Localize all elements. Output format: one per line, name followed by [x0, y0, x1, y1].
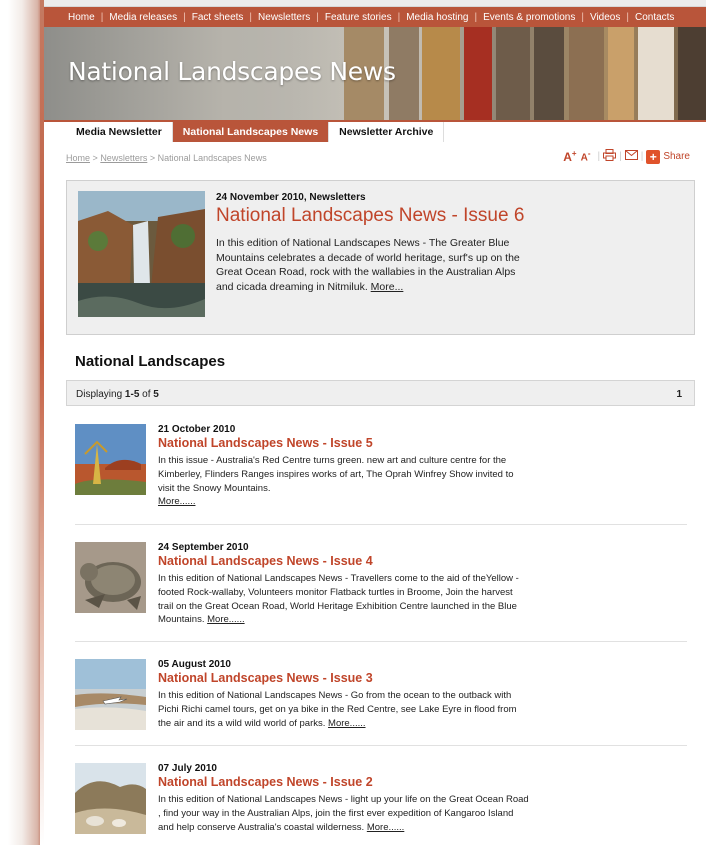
left-decorative-gradient	[0, 0, 44, 845]
item-date: 24 September 2010	[158, 542, 249, 553]
email-icon[interactable]	[624, 150, 638, 163]
item-more-link[interactable]: More......	[367, 822, 404, 833]
item-title[interactable]: National Landscapes News - Issue 5	[158, 436, 373, 450]
top-navigation: Home | Media releases | Fact sheets | Newsl…	[44, 7, 706, 27]
breadcrumb-home[interactable]: Home	[66, 153, 90, 163]
banner-wood-plank	[638, 27, 674, 120]
item-date: 21 October 2010	[158, 424, 236, 435]
featured-issue: 24 November 2010, Newsletters National L…	[66, 180, 695, 335]
breadcrumb-row: Home > Newsletters > National Landscapes…	[44, 142, 706, 170]
lake-eyre-image[interactable]	[75, 659, 146, 730]
featured-title[interactable]: National Landscapes News - Issue 6	[216, 205, 524, 227]
page: Home | Media releases | Fact sheets | Newsl…	[44, 7, 706, 170]
topnav-events-promotions[interactable]: Events & promotions	[483, 12, 575, 23]
tab-media-newsletter[interactable]: Media Newsletter	[66, 122, 173, 142]
item-more-link[interactable]: More......	[207, 614, 244, 625]
item-more-link[interactable]: More......	[328, 718, 365, 729]
item-title[interactable]: National Landscapes News - Issue 3	[158, 671, 373, 685]
item-summary: In this issue - Australia's Red Centre t…	[158, 455, 514, 508]
coastal-rocks-image[interactable]	[75, 763, 146, 834]
topnav-newsletters[interactable]: Newsletters	[258, 12, 310, 23]
page-number[interactable]: 1	[676, 389, 682, 400]
breadcrumb: Home > Newsletters > National Landscapes…	[66, 153, 267, 163]
uluru-image[interactable]	[75, 424, 146, 495]
topnav-media-releases[interactable]: Media releases	[109, 12, 177, 23]
displaying-count: Displaying 1-5 of 5	[76, 389, 159, 400]
featured-summary: In this edition of National Landscapes N…	[216, 237, 520, 293]
newsletter-tabs: Media Newsletter National Landscapes New…	[44, 120, 706, 142]
item-title[interactable]: National Landscapes News - Issue 2	[158, 775, 373, 789]
banner-wood-plank	[464, 27, 492, 120]
turtle-image[interactable]	[75, 542, 146, 613]
banner-wood-plank	[608, 27, 634, 120]
item-divider	[75, 745, 687, 746]
increase-text-button[interactable]: A+	[563, 149, 576, 164]
banner-wood-plank	[496, 27, 530, 120]
item-summary: In this edition of National Landscapes N…	[158, 690, 517, 729]
banner-wood-plank	[678, 27, 706, 120]
item-divider	[75, 524, 687, 525]
print-icon[interactable]	[603, 149, 617, 164]
item-summary: In this edition of National Landscapes N…	[158, 573, 519, 626]
item-date: 07 July 2010	[158, 763, 217, 774]
page-tools: A+ A- | | | + Share	[563, 149, 690, 164]
waterfall-image[interactable]	[78, 191, 205, 317]
featured-more-link[interactable]: More...	[371, 281, 404, 293]
item-summary: In this edition of National Landscapes N…	[158, 794, 529, 833]
item-date: 05 August 2010	[158, 659, 231, 670]
topnav-contacts[interactable]: Contacts	[635, 12, 674, 23]
banner-title: National Landscapes News	[68, 57, 396, 86]
banner-wood-plank	[534, 27, 564, 120]
tab-newsletter-archive[interactable]: Newsletter Archive	[329, 122, 445, 142]
pagination-bar: Displaying 1-5 of 5 1	[66, 380, 695, 406]
item-more-link[interactable]: More......	[158, 496, 195, 507]
decrease-text-button[interactable]: A-	[581, 149, 591, 163]
banner-wood-plank	[422, 27, 460, 120]
window-top-edge	[0, 0, 706, 7]
breadcrumb-current: National Landscapes News	[157, 153, 267, 163]
breadcrumb-newsletters[interactable]: Newsletters	[100, 153, 147, 163]
banner-wood-plank	[569, 27, 604, 120]
section-heading: National Landscapes	[75, 353, 226, 370]
featured-date: 24 November 2010, Newsletters	[216, 192, 366, 203]
topnav-home[interactable]: Home	[68, 12, 95, 23]
topnav-feature-stories[interactable]: Feature stories	[325, 12, 392, 23]
share-plus-icon[interactable]: +	[646, 149, 661, 164]
header-banner: National Landscapes News	[44, 27, 706, 120]
tab-national-landscapes-news[interactable]: National Landscapes News	[172, 122, 330, 142]
topnav-media-hosting[interactable]: Media hosting	[406, 12, 468, 23]
topnav-videos[interactable]: Videos	[590, 12, 620, 23]
share-button[interactable]: Share	[663, 151, 690, 162]
item-title[interactable]: National Landscapes News - Issue 4	[158, 554, 373, 568]
item-divider	[75, 641, 687, 642]
topnav-fact-sheets[interactable]: Fact sheets	[192, 12, 244, 23]
